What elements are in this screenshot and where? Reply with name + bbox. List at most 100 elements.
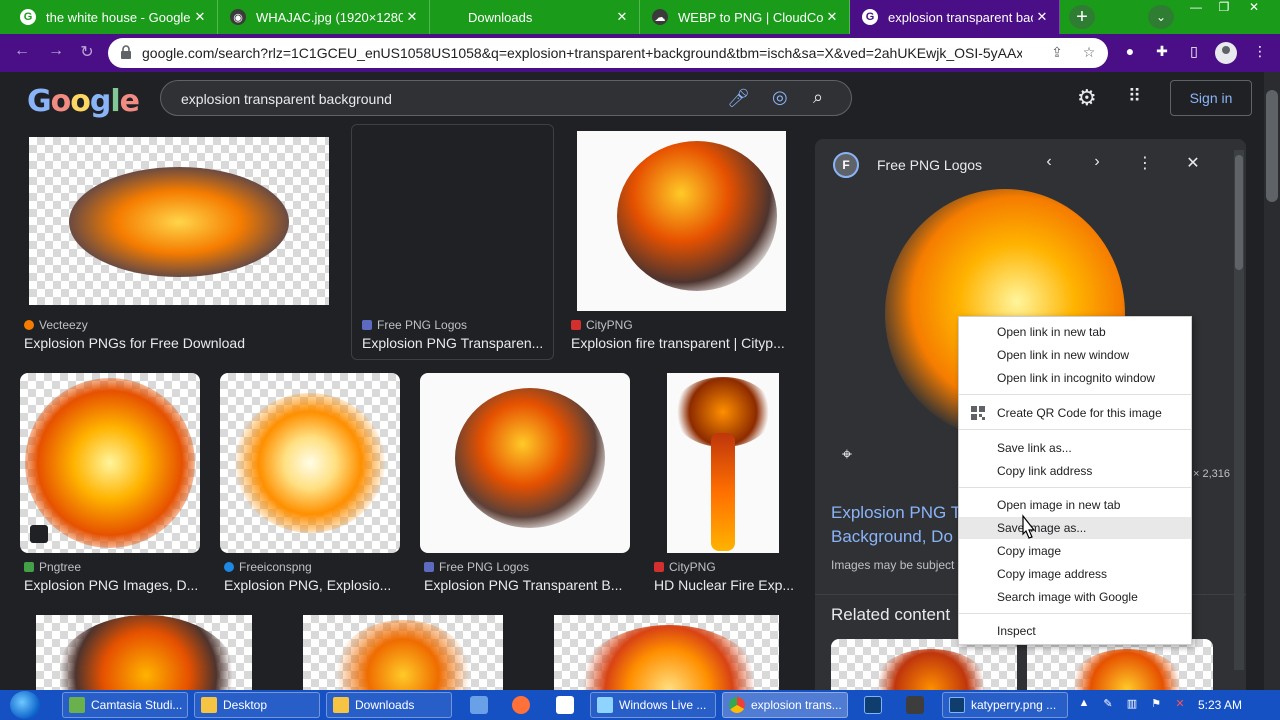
- result-title[interactable]: Explosion PNG Images, D...: [24, 577, 204, 593]
- result-source[interactable]: Free PNG Logos: [362, 318, 467, 332]
- restore-button[interactable]: ❐: [1210, 0, 1238, 18]
- search-icon[interactable]: ⌕: [813, 87, 823, 108]
- result-source[interactable]: Free PNG Logos: [424, 560, 529, 574]
- result-image[interactable]: [20, 373, 200, 553]
- result-title[interactable]: Explosion fire transparent | Cityp...: [571, 335, 796, 351]
- search-box[interactable]: explosion transparent background 🎤︎ ◎ ⌕: [160, 80, 852, 116]
- photoshop-icon[interactable]: [864, 696, 882, 714]
- forward-button[interactable]: →: [44, 42, 68, 64]
- result-source[interactable]: CityPNG: [571, 318, 633, 332]
- result-image[interactable]: [303, 615, 503, 690]
- menu-item-open-image-new-tab[interactable]: Open image in new tab: [959, 494, 1191, 516]
- kebab-menu-icon[interactable]: ⋮: [1250, 43, 1270, 63]
- close-icon[interactable]: ✕: [1033, 9, 1051, 25]
- tab-explosion[interactable]: G explosion transparent backg ✕: [850, 0, 1060, 34]
- menu-item-save-link-as[interactable]: Save link as...: [959, 437, 1191, 459]
- close-icon[interactable]: ✕: [1181, 153, 1205, 177]
- result-image[interactable]: [29, 137, 329, 305]
- tab-white-house[interactable]: G the white house - Google S ✕: [8, 0, 218, 34]
- menu-item-search-image-google[interactable]: Search image with Google: [959, 586, 1191, 608]
- taskbar-chrome[interactable]: explosion trans...: [722, 692, 848, 718]
- tab-cloudconvert[interactable]: ☁ WEBP to PNG | CloudConve ✕: [640, 0, 850, 34]
- lens-camera-icon[interactable]: ◎: [772, 87, 788, 108]
- taskbar-clock[interactable]: 5:23 AM: [1198, 698, 1242, 712]
- result-image[interactable]: [220, 373, 400, 553]
- result-title[interactable]: Explosion PNG, Explosio...: [224, 577, 404, 593]
- pen-icon[interactable]: ✎: [1100, 697, 1116, 713]
- result-source[interactable]: CityPNG: [654, 560, 716, 574]
- taskbar-desktop[interactable]: Desktop: [194, 692, 320, 718]
- start-button[interactable]: [10, 691, 40, 719]
- result-image[interactable]: [420, 373, 630, 553]
- bookmark-star-icon[interactable]: ☆: [1080, 44, 1098, 62]
- taskbar-katyperry[interactable]: katyperry.png ...: [942, 692, 1068, 718]
- menu-item-inspect[interactable]: Inspect: [959, 620, 1191, 642]
- profile-avatar[interactable]: [1215, 42, 1237, 64]
- tool-icon[interactable]: [906, 696, 924, 714]
- result-source[interactable]: Vecteezy: [24, 318, 88, 332]
- menu-item-open-link-new-tab[interactable]: Open link in new tab: [959, 321, 1191, 343]
- result-image[interactable]: [667, 373, 779, 553]
- menu-item-save-image-as[interactable]: Save image as...: [959, 517, 1191, 539]
- result-source[interactable]: Freeiconspng: [224, 560, 312, 574]
- close-icon[interactable]: ✕: [403, 9, 421, 25]
- result-image[interactable]: [36, 615, 252, 690]
- reload-button[interactable]: ↻: [75, 42, 99, 64]
- taskbar-camtasia[interactable]: Camtasia Studi...: [62, 692, 188, 718]
- result-title[interactable]: Explosion PNG Transparen...: [362, 335, 547, 351]
- panel-image-title[interactable]: Explosion PNG T Background, Do: [831, 501, 971, 549]
- extension-icon[interactable]: ●: [1120, 43, 1140, 63]
- menu-item-create-qr-code[interactable]: Create QR Code for this image: [959, 402, 1191, 424]
- result-image[interactable]: [577, 131, 786, 311]
- google-logo[interactable]: Google: [27, 84, 140, 119]
- network-icon[interactable]: ▥: [1124, 697, 1140, 713]
- taskbar-downloads[interactable]: Downloads: [326, 692, 452, 718]
- menu-item-open-link-new-window[interactable]: Open link in new window: [959, 344, 1191, 366]
- app-icon[interactable]: [556, 696, 574, 714]
- firefox-icon[interactable]: [512, 696, 530, 714]
- window-close-button[interactable]: ✕: [1240, 0, 1268, 18]
- close-icon[interactable]: ✕: [191, 9, 209, 25]
- link-icon[interactable]: [470, 696, 488, 714]
- menu-item-copy-link-address[interactable]: Copy link address: [959, 460, 1191, 482]
- apps-grid-icon[interactable]: ⠿: [1128, 86, 1141, 107]
- side-panel-icon[interactable]: ▯: [1184, 43, 1204, 63]
- menu-item-copy-image-address[interactable]: Copy image address: [959, 563, 1191, 585]
- puzzle-icon[interactable]: ✚: [1152, 43, 1172, 63]
- page-scrollbar-thumb[interactable]: [1266, 90, 1278, 202]
- settings-gear-icon[interactable]: ⚙: [1077, 85, 1097, 111]
- panel-source-name[interactable]: Free PNG Logos: [877, 157, 982, 173]
- microphone-icon[interactable]: 🎤︎: [727, 88, 750, 109]
- taskbar-windows-live[interactable]: Windows Live ...: [590, 692, 716, 718]
- minimize-button[interactable]: —: [1182, 0, 1210, 18]
- tab-whajac[interactable]: ◉ WHAJAC.jpg (1920×1280) ✕: [218, 0, 430, 34]
- share-icon[interactable]: ⇪: [1048, 44, 1066, 62]
- volume-muted-icon[interactable]: ✕: [1172, 697, 1188, 713]
- menu-item-copy-image[interactable]: Copy image: [959, 540, 1191, 562]
- tab-downloads[interactable]: Downloads ✕: [430, 0, 640, 34]
- tab-search-button[interactable]: ⌄: [1148, 5, 1174, 29]
- panel-scrollbar-thumb[interactable]: [1235, 155, 1243, 270]
- result-source[interactable]: Pngtree: [24, 560, 81, 574]
- back-button[interactable]: ←: [10, 42, 34, 64]
- flag-icon[interactable]: ⚑: [1148, 697, 1164, 713]
- chevron-left-icon[interactable]: ‹: [1037, 153, 1061, 177]
- related-image[interactable]: [831, 639, 1017, 691]
- close-icon[interactable]: ✕: [823, 9, 841, 25]
- tab-label: the white house - Google S: [46, 9, 191, 25]
- result-image[interactable]: [554, 615, 779, 690]
- more-options-icon[interactable]: ⋮: [1133, 153, 1157, 177]
- related-image[interactable]: [1027, 639, 1213, 691]
- tab-label: explosion transparent backg: [888, 9, 1033, 25]
- result-title[interactable]: Explosion PNG Transparent B...: [424, 577, 629, 593]
- close-icon[interactable]: ✕: [613, 9, 631, 25]
- lens-search-icon[interactable]: ⌖: [835, 444, 859, 468]
- result-title[interactable]: Explosion PNGs for Free Download: [24, 335, 324, 351]
- new-tab-button[interactable]: +: [1069, 5, 1095, 29]
- tray-expand-icon[interactable]: ▲: [1076, 697, 1092, 713]
- result-title[interactable]: HD Nuclear Fire Exp...: [654, 577, 799, 593]
- menu-item-open-link-incognito[interactable]: Open link in incognito window: [959, 367, 1191, 389]
- chevron-right-icon[interactable]: ›: [1085, 153, 1109, 177]
- address-bar[interactable]: google.com/search?rlz=1C1GCEU_enUS1058US…: [108, 38, 1108, 68]
- sign-in-button[interactable]: Sign in: [1170, 80, 1252, 116]
